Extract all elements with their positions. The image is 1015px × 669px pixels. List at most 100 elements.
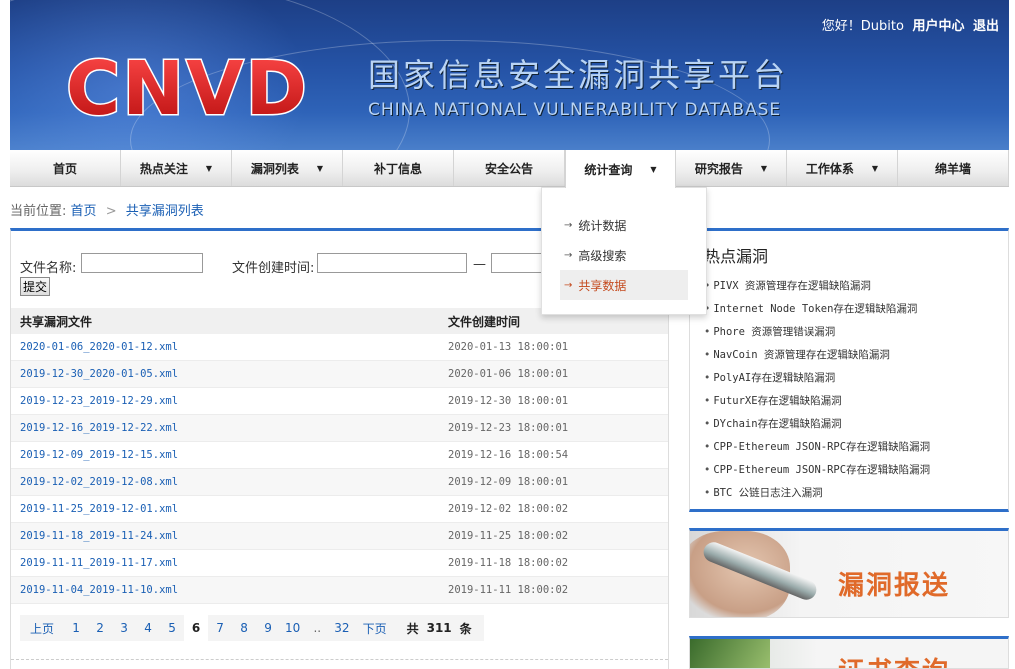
hot-vuln-link[interactable]: CPP-Ethereum JSON-RPC存在逻辑缺陷漏洞 (704, 436, 930, 459)
site-header: CNVD 国家信息安全漏洞共享平台 CHINA NATIONAL VULNERA… (10, 0, 1009, 150)
file-link[interactable]: 2019-12-30_2020-01-05.xml (11, 368, 448, 380)
page-link[interactable]: 10 (280, 615, 306, 641)
caret-down-icon: ▼ (871, 163, 879, 173)
certificate-query-banner-text: 证书查询 (838, 651, 950, 668)
nav-item-4[interactable]: 安全公告 (454, 150, 565, 186)
page-link[interactable]: 32 (329, 615, 355, 641)
created-from-input[interactable] (317, 253, 467, 273)
file-link[interactable]: 2019-12-02_2019-12-08.xml (11, 476, 448, 488)
report-vuln-banner-text: 漏洞报送 (838, 571, 951, 601)
user-bar: 您好！Dubito 用户中心 退出 (818, 15, 999, 34)
table-row: 2019-11-04_2019-11-10.xml 2019-11-11 18:0… (11, 577, 668, 604)
hot-vulns-list: PIVX 资源管理存在逻辑缺陷漏洞Internet Node Token存在逻辑… (704, 275, 930, 505)
nav-item-label: 统计查询 (584, 162, 633, 177)
table-row: 2019-11-11_2019-11-17.xml 2019-11-18 18:0… (11, 550, 668, 577)
site-subtitle: CHINA NATIONAL VULNERABILITY DATABASE (368, 100, 782, 120)
nav-item-3[interactable]: 补丁信息 (343, 150, 454, 186)
file-name-input[interactable] (81, 253, 203, 273)
file-link[interactable]: 2019-11-25_2019-12-01.xml (11, 503, 448, 515)
file-created-time: 2019-12-23 18:00:01 (448, 422, 569, 434)
nav-item-label: 首页 (52, 161, 77, 176)
breadcrumb-home-link[interactable]: 首页 (71, 204, 97, 219)
page-link[interactable]: 4 (136, 615, 161, 641)
nav-item-label: 补丁信息 (373, 161, 422, 176)
file-name-label: 文件名称: (20, 261, 77, 276)
nav-item-6[interactable]: 研究报告 ▼ (676, 150, 787, 186)
nav-item-8[interactable]: 绵羊墙 (898, 150, 1009, 186)
page-link[interactable]: 3 (112, 615, 137, 641)
hot-vuln-link[interactable]: Phore 资源管理错误漏洞 (704, 321, 930, 344)
file-link[interactable]: 2019-11-18_2019-11-24.xml (11, 530, 448, 542)
file-link[interactable]: 2019-11-04_2019-11-10.xml (11, 584, 448, 596)
file-link[interactable]: 2019-12-16_2019-12-22.xml (11, 422, 448, 434)
nav-item-0[interactable]: 首页 (10, 150, 121, 186)
report-vuln-banner[interactable]: 漏洞报送 (689, 528, 1009, 618)
nav-item-5[interactable]: 统计查询 ▼ (565, 150, 676, 188)
page-link[interactable]: 9 (256, 615, 281, 641)
prev-page-button[interactable]: 上页 (20, 615, 65, 641)
next-page-button[interactable]: 下页 (354, 615, 395, 641)
dropdown-item-0[interactable]: → 统计数据 (560, 210, 688, 240)
dropdown-item-label: 高级搜索 (578, 248, 627, 263)
page-link[interactable]: 5 (160, 615, 185, 641)
nav-item-label: 研究报告 (694, 161, 743, 176)
table-row: 2019-12-30_2020-01-05.xml 2020-01-06 18:0… (11, 361, 668, 388)
file-created-time: 2020-01-13 18:00:01 (448, 341, 569, 353)
arrow-right-icon: → (564, 219, 573, 231)
nav-item-2[interactable]: 漏洞列表 ▼ (232, 150, 343, 186)
hot-vuln-link[interactable]: PolyAI存在逻辑缺陷漏洞 (704, 367, 930, 390)
dropdown-item-label: 统计数据 (578, 218, 627, 233)
nav-item-label: 漏洞列表 (250, 161, 299, 176)
certificate-query-banner[interactable]: 证书查询 (689, 636, 1009, 669)
breadcrumb-prefix: 当前位置: (10, 204, 67, 219)
column-header-time: 文件创建时间 (448, 314, 521, 329)
logo-text: CNVD (66, 48, 309, 126)
nav-item-label: 安全公告 (484, 161, 533, 176)
submit-button[interactable]: 提交 (20, 277, 51, 296)
user-center-link[interactable]: 用户中心 (912, 19, 964, 34)
table-row: 2019-12-23_2019-12-29.xml 2019-12-30 18:0… (11, 388, 668, 415)
table-body: 2020-01-06_2020-01-12.xml 2020-01-13 18:0… (11, 334, 668, 604)
breadcrumb-current-link[interactable]: 共享漏洞列表 (126, 204, 204, 219)
table-row: 2019-12-02_2019-12-08.xml 2019-12-09 18:0… (11, 469, 668, 496)
file-created-time: 2019-12-02 18:00:02 (448, 503, 569, 515)
hot-vuln-link[interactable]: BTC 公链日志注入漏洞 (704, 482, 930, 505)
page-link[interactable]: 6 (184, 615, 209, 641)
page-ellipsis: .. (305, 615, 330, 641)
table-row: 2019-11-25_2019-12-01.xml 2019-12-02 18:0… (11, 496, 668, 523)
table-row: 2019-11-18_2019-11-24.xml 2019-11-25 18:0… (11, 523, 668, 550)
hot-vuln-link[interactable]: Internet Node Token存在逻辑缺陷漏洞 (704, 298, 930, 321)
dropdown-item-2[interactable]: → 共享数据 (560, 270, 688, 300)
total-count-total-suffix: 条 (459, 621, 472, 636)
page-link[interactable]: 8 (232, 615, 257, 641)
file-link[interactable]: 2019-12-23_2019-12-29.xml (11, 395, 448, 407)
file-link[interactable]: 2020-01-06_2020-01-12.xml (11, 341, 448, 353)
page-link[interactable]: 2 (88, 615, 113, 641)
hot-vuln-link[interactable]: DYchain存在逻辑缺陷漏洞 (704, 413, 930, 436)
dropdown-item-1[interactable]: → 高级搜索 (560, 240, 688, 270)
total-count-total: 311 (426, 621, 452, 635)
page-link[interactable]: 1 (64, 615, 89, 641)
table-row: 2019-12-09_2019-12-15.xml 2019-12-16 18:0… (11, 442, 668, 469)
file-created-time: 2019-11-25 18:00:02 (448, 530, 569, 542)
arrow-right-icon: → (564, 249, 573, 261)
cnvd-logo[interactable]: CNVD (62, 45, 342, 134)
file-created-time: 2020-01-06 18:00:01 (448, 368, 569, 380)
greeting-text: 您好！Dubito (821, 19, 904, 34)
file-created-time: 2019-12-30 18:00:01 (448, 395, 569, 407)
hot-vuln-link[interactable]: FuturXE存在逻辑缺陷漏洞 (704, 390, 930, 413)
page-link[interactable]: 7 (208, 615, 233, 641)
breadcrumb-separator-icon: > (105, 204, 117, 219)
nav-item-label: 工作体系 (805, 161, 854, 176)
nav-item-1[interactable]: 热点关注 ▼ (121, 150, 232, 186)
nav-item-label: 绵羊墙 (934, 161, 971, 176)
logout-link[interactable]: 退出 (973, 19, 999, 34)
table-row: 2020-01-06_2020-01-12.xml 2020-01-13 18:0… (11, 334, 668, 361)
file-link[interactable]: 2019-11-11_2019-11-17.xml (11, 557, 448, 569)
main-nav: 首页 热点关注 ▼ 漏洞列表 ▼ 补丁信息 安全公告 统计查询 ▼ 研究报告 ▼ 工作体系 ▼ 绵羊墙 (10, 150, 1009, 188)
hot-vuln-link[interactable]: NavCoin 资源管理存在逻辑缺陷漏洞 (704, 344, 930, 367)
nav-item-7[interactable]: 工作体系 ▼ (787, 150, 898, 186)
hot-vuln-link[interactable]: PIVX 资源管理存在逻辑缺陷漏洞 (704, 275, 930, 298)
file-link[interactable]: 2019-12-09_2019-12-15.xml (11, 449, 448, 461)
hot-vuln-link[interactable]: CPP-Ethereum JSON-RPC存在逻辑缺陷漏洞 (704, 459, 930, 482)
